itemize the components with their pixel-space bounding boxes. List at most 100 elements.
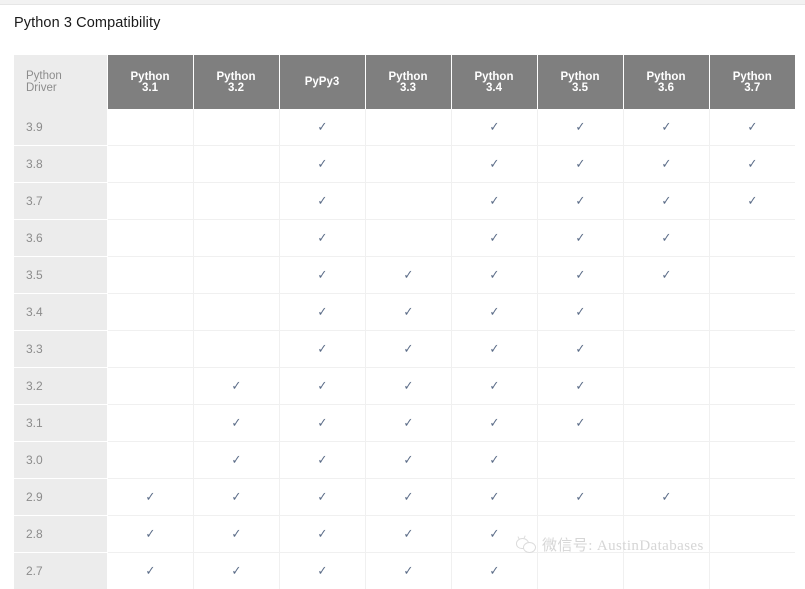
cell-empty xyxy=(193,257,279,294)
table-row: 3.4✓✓✓✓ xyxy=(14,294,795,331)
cell-empty xyxy=(709,257,795,294)
cell-supported: ✓ xyxy=(193,479,279,516)
cell-supported: ✓ xyxy=(107,479,193,516)
column-header-line2: 3.4 xyxy=(452,82,537,94)
cell-empty xyxy=(107,109,193,146)
cell-supported: ✓ xyxy=(365,331,451,368)
cell-supported: ✓ xyxy=(279,109,365,146)
check-icon: ✓ xyxy=(489,194,499,207)
check-icon: ✓ xyxy=(317,490,327,503)
cell-empty xyxy=(537,442,623,479)
check-icon: ✓ xyxy=(661,268,671,281)
table-row: 3.6✓✓✓✓ xyxy=(14,220,795,257)
check-icon: ✓ xyxy=(661,231,671,244)
cell-empty xyxy=(623,442,709,479)
cell-supported: ✓ xyxy=(623,183,709,220)
row-label-driver-version: 2.8 xyxy=(14,516,107,553)
check-icon: ✓ xyxy=(575,416,585,429)
column-header-py37: Python3.7 xyxy=(709,55,795,109)
column-header-line2: 3.7 xyxy=(710,82,796,94)
check-icon: ✓ xyxy=(489,305,499,318)
check-icon: ✓ xyxy=(403,305,413,318)
cell-empty xyxy=(709,516,795,553)
check-icon: ✓ xyxy=(489,231,499,244)
cell-empty xyxy=(709,368,795,405)
check-icon: ✓ xyxy=(575,194,585,207)
check-icon: ✓ xyxy=(575,120,585,133)
column-header-line2: 3.1 xyxy=(108,82,193,94)
row-label-driver-version: 3.3 xyxy=(14,331,107,368)
check-icon: ✓ xyxy=(575,379,585,392)
cell-supported: ✓ xyxy=(193,405,279,442)
check-icon: ✓ xyxy=(575,268,585,281)
check-icon: ✓ xyxy=(317,157,327,170)
column-header-line2: 3.3 xyxy=(366,82,451,94)
check-icon: ✓ xyxy=(661,120,671,133)
check-icon: ✓ xyxy=(661,490,671,503)
cell-supported: ✓ xyxy=(193,516,279,553)
check-icon: ✓ xyxy=(231,527,241,540)
cell-supported: ✓ xyxy=(365,479,451,516)
cell-empty xyxy=(193,146,279,183)
cell-empty xyxy=(623,331,709,368)
check-icon: ✓ xyxy=(661,194,671,207)
check-icon: ✓ xyxy=(403,268,413,281)
column-header-py33: Python3.3 xyxy=(365,55,451,109)
check-icon: ✓ xyxy=(317,231,327,244)
cell-supported: ✓ xyxy=(193,442,279,479)
cell-empty xyxy=(107,294,193,331)
check-icon: ✓ xyxy=(403,564,413,577)
cell-supported: ✓ xyxy=(537,331,623,368)
row-label-driver-version: 3.8 xyxy=(14,146,107,183)
table-body: 3.9✓✓✓✓✓3.8✓✓✓✓✓3.7✓✓✓✓✓3.6✓✓✓✓3.5✓✓✓✓✓3… xyxy=(14,109,795,589)
cell-supported: ✓ xyxy=(537,479,623,516)
cell-empty xyxy=(709,405,795,442)
row-label-driver-version: 3.7 xyxy=(14,183,107,220)
cell-supported: ✓ xyxy=(107,516,193,553)
check-icon: ✓ xyxy=(489,453,499,466)
check-icon: ✓ xyxy=(231,379,241,392)
cell-empty xyxy=(623,516,709,553)
check-icon: ✓ xyxy=(231,416,241,429)
cell-supported: ✓ xyxy=(451,257,537,294)
column-header-py36: Python3.6 xyxy=(623,55,709,109)
cell-supported: ✓ xyxy=(451,294,537,331)
check-icon: ✓ xyxy=(317,564,327,577)
row-label-driver-version: 3.2 xyxy=(14,368,107,405)
cell-supported: ✓ xyxy=(709,109,795,146)
table-row: 3.3✓✓✓✓ xyxy=(14,331,795,368)
cell-supported: ✓ xyxy=(623,109,709,146)
check-icon: ✓ xyxy=(231,490,241,503)
cell-empty xyxy=(107,257,193,294)
cell-supported: ✓ xyxy=(537,257,623,294)
row-label-driver-version: 3.9 xyxy=(14,109,107,146)
cell-supported: ✓ xyxy=(451,405,537,442)
check-icon: ✓ xyxy=(747,157,757,170)
cell-empty xyxy=(107,331,193,368)
check-icon: ✓ xyxy=(489,527,499,540)
check-icon: ✓ xyxy=(489,120,499,133)
table-row: 3.0✓✓✓✓ xyxy=(14,442,795,479)
check-icon: ✓ xyxy=(145,490,155,503)
check-icon: ✓ xyxy=(317,527,327,540)
cell-empty xyxy=(623,405,709,442)
check-icon: ✓ xyxy=(575,342,585,355)
table-row: 3.2✓✓✓✓✓ xyxy=(14,368,795,405)
check-icon: ✓ xyxy=(575,305,585,318)
check-icon: ✓ xyxy=(747,194,757,207)
cell-supported: ✓ xyxy=(709,183,795,220)
cell-supported: ✓ xyxy=(623,146,709,183)
cell-empty xyxy=(709,220,795,257)
check-icon: ✓ xyxy=(231,453,241,466)
check-icon: ✓ xyxy=(317,268,327,281)
cell-empty xyxy=(709,479,795,516)
cell-supported: ✓ xyxy=(365,442,451,479)
column-header-line2: 3.5 xyxy=(538,82,623,94)
cell-supported: ✓ xyxy=(365,516,451,553)
check-icon: ✓ xyxy=(575,490,585,503)
cell-supported: ✓ xyxy=(279,442,365,479)
cell-supported: ✓ xyxy=(193,368,279,405)
column-header-py31: Python3.1 xyxy=(107,55,193,109)
check-icon: ✓ xyxy=(489,416,499,429)
cell-empty xyxy=(107,220,193,257)
